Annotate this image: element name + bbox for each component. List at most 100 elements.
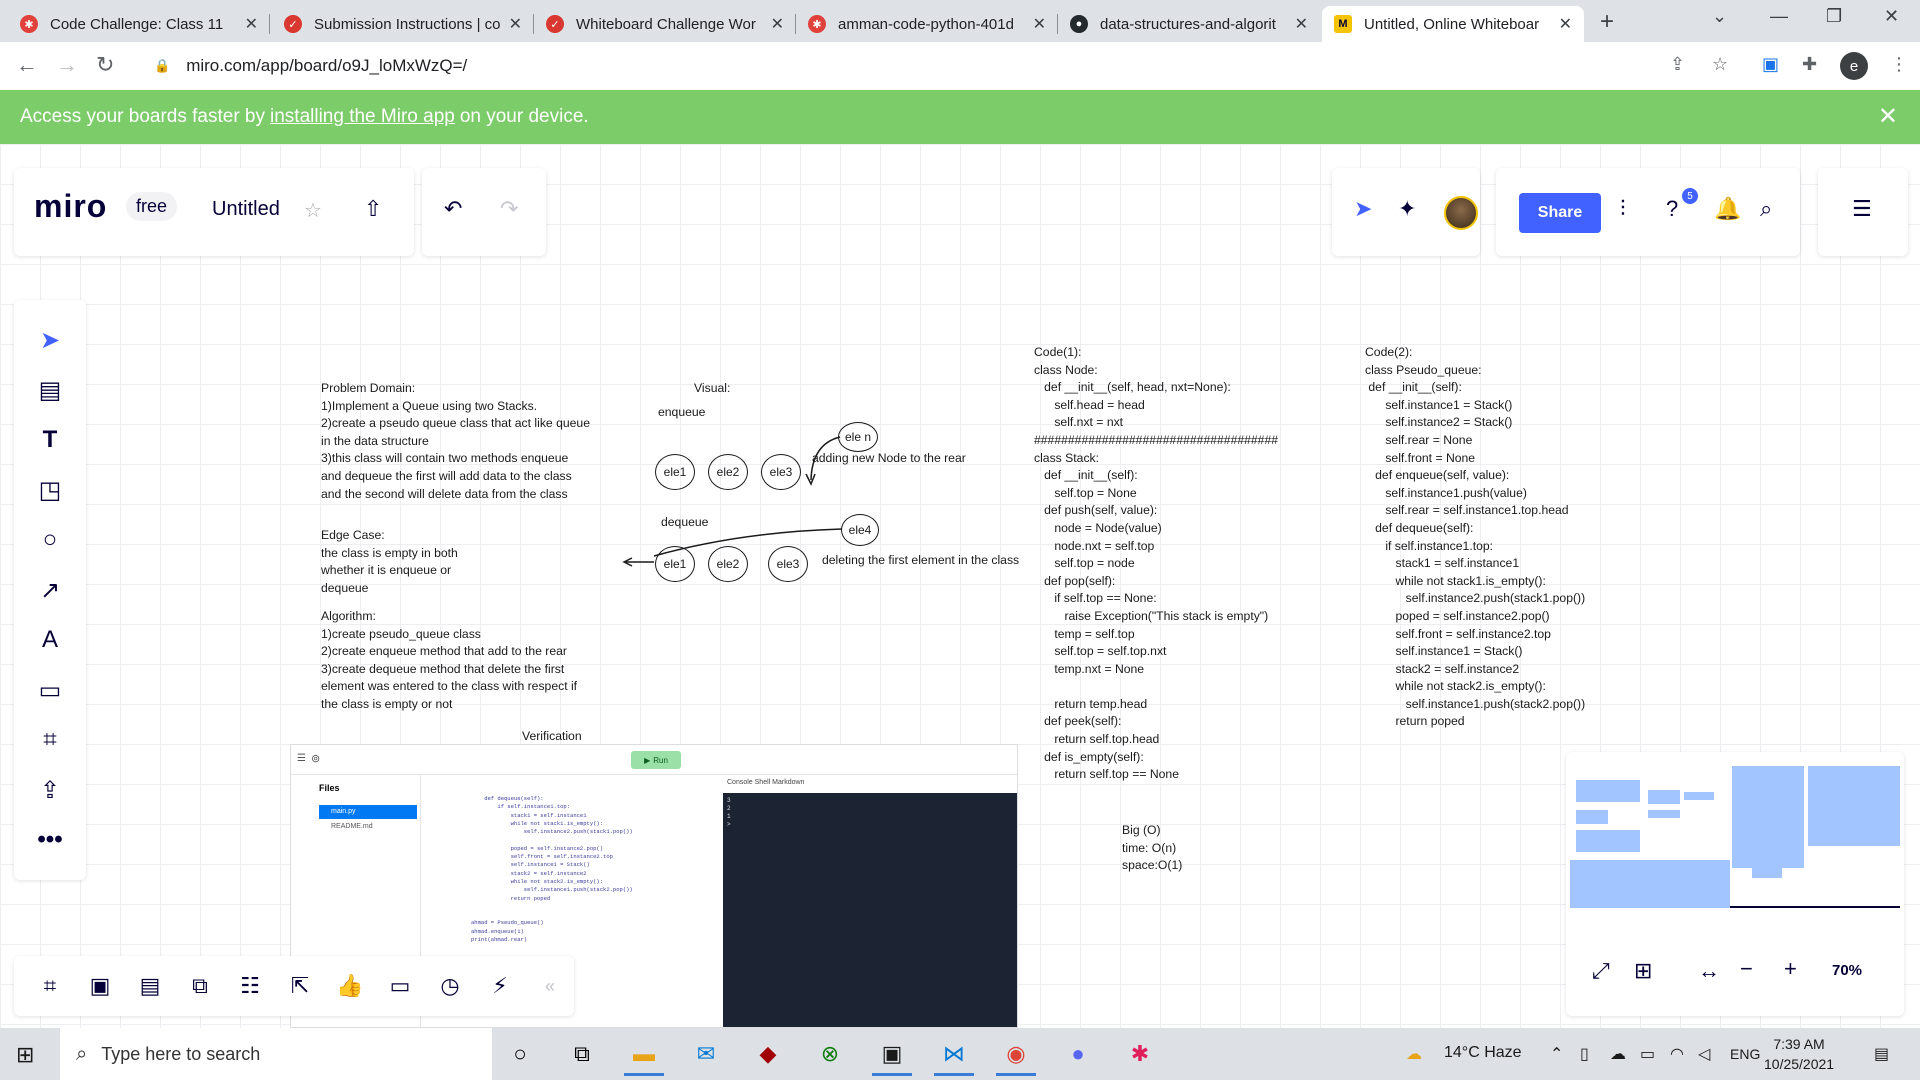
tab-close-icon[interactable]: ✕ xyxy=(509,14,522,34)
back-icon[interactable]: ← xyxy=(16,52,38,78)
tab-title: Code Challenge: Class 11 xyxy=(50,15,224,33)
zoom-in-icon[interactable]: + xyxy=(1784,956,1797,982)
weather-text[interactable]: 14°C Haze xyxy=(1444,1044,1522,1062)
share-screen-icon[interactable]: ⇱ xyxy=(280,966,320,1006)
discord-icon[interactable]: ● xyxy=(1058,1036,1098,1072)
collapse-toolbar-icon[interactable]: « xyxy=(530,966,570,1006)
banner-prefix: Access your boards faster by xyxy=(20,106,265,127)
kanban-icon[interactable]: ☷ xyxy=(230,966,270,1006)
replit-run-button: ▶ Run xyxy=(631,751,681,769)
replit-run-label: Run xyxy=(653,755,668,765)
reload-icon[interactable]: ↻ xyxy=(96,52,114,78)
tab-close-icon[interactable]: ✕ xyxy=(1559,14,1572,34)
clock-date: 10/25/2021 xyxy=(1764,1056,1835,1072)
wifi-icon[interactable]: ◠ xyxy=(1670,1044,1684,1064)
language-indicator[interactable]: ENG xyxy=(1730,1046,1760,1062)
tab-close-icon[interactable]: ✕ xyxy=(771,14,784,34)
code1-text[interactable]: Code(1): class Node: def __init__(self, … xyxy=(1034,344,1278,784)
tab-close-icon[interactable]: ✕ xyxy=(1295,14,1308,34)
fullscreen-icon[interactable]: ⤢ xyxy=(1592,958,1610,984)
tab-whiteboard-challenge[interactable]: ✓ Whiteboard Challenge Wor ✕ xyxy=(534,6,796,42)
timer-icon[interactable]: ◷ xyxy=(430,966,470,1006)
replit-header: ☰ ⊚ ▶ Run xyxy=(291,745,1017,775)
terminal-icon[interactable]: ▣ xyxy=(872,1036,912,1076)
bookmark-star-icon[interactable]: ☆ xyxy=(1712,54,1728,75)
clock-time: 7:39 AM xyxy=(1773,1036,1825,1052)
taskbar-clock[interactable]: 7:39 AM 10/25/2021 xyxy=(1764,1034,1834,1074)
minimize-icon[interactable]: — xyxy=(1770,6,1788,27)
tab-amman-code-python[interactable]: ✱ amman-code-python-401d ✕ xyxy=(796,6,1058,42)
volume-icon[interactable]: ◁ xyxy=(1698,1044,1710,1064)
minimap-block xyxy=(1576,810,1608,824)
profile-avatar[interactable]: e xyxy=(1840,52,1868,80)
chrome-menu-icon[interactable]: ⋮ xyxy=(1890,54,1908,75)
notification-center-icon[interactable]: ▤ xyxy=(1874,1044,1889,1064)
close-window-icon[interactable]: ✕ xyxy=(1884,6,1899,27)
tab-title: Whiteboard Challenge Wor xyxy=(576,15,756,33)
battery-icon[interactable]: ▭ xyxy=(1640,1044,1655,1064)
browser-toolbar: ← → ↻ 🔒 miro.com/app/board/o9J_loMxWzQ=/… xyxy=(0,42,1920,90)
lock-icon: 🔒 xyxy=(154,58,171,73)
mail-icon[interactable]: ✉ xyxy=(686,1036,726,1072)
frames-icon[interactable]: ⌗ xyxy=(30,966,70,1006)
tab-favicon-icon: ✱ xyxy=(20,15,38,33)
zoom-level[interactable]: 70% xyxy=(1832,962,1862,979)
maximize-icon[interactable]: ❐ xyxy=(1826,6,1842,27)
minimap-block xyxy=(1648,810,1680,818)
url-text: miro.com/app/board/o9J_loMxWzQ=/ xyxy=(186,56,468,75)
miro-favicon-icon: M xyxy=(1334,15,1352,33)
install-app-link[interactable]: installing the Miro app xyxy=(270,106,455,128)
minimap-view[interactable] xyxy=(1570,758,1900,908)
file-explorer-icon[interactable]: ▬ xyxy=(624,1036,664,1076)
replit-console-tabs: Console Shell Markdown xyxy=(727,779,805,786)
minimap-block xyxy=(1684,792,1714,800)
device-icon[interactable]: ▯ xyxy=(1580,1044,1589,1064)
slack-icon[interactable]: ✱ xyxy=(1120,1036,1160,1072)
power-ups-icon[interactable]: ⚡ xyxy=(480,966,520,1006)
video-call-icon[interactable]: ▭ xyxy=(380,966,420,1006)
onedrive-icon[interactable]: ☁ xyxy=(1610,1044,1626,1064)
cards-icon[interactable]: ⧉ xyxy=(180,966,220,1006)
tab-submission-instructions[interactable]: ✓ Submission Instructions | co ✕ xyxy=(272,6,534,42)
tab-close-icon[interactable]: ✕ xyxy=(1033,14,1046,34)
forward-icon[interactable]: → xyxy=(56,52,78,78)
voting-icon[interactable]: 👍 xyxy=(330,966,370,1006)
cortana-icon[interactable]: ○ xyxy=(500,1036,540,1072)
game-app-icon[interactable]: ◆ xyxy=(748,1036,788,1072)
extensions-puzzle-icon[interactable]: ✚ xyxy=(1802,54,1817,75)
minimap-block xyxy=(1576,830,1640,852)
address-bar[interactable]: 🔒 miro.com/app/board/o9J_loMxWzQ=/ xyxy=(140,48,1700,84)
minimap-block xyxy=(1576,780,1640,802)
tab-favicon-icon: ✓ xyxy=(546,15,564,33)
tab-title: Submission Instructions | co xyxy=(314,15,501,33)
zoom-out-icon[interactable]: − xyxy=(1740,956,1753,982)
replit-logo-icon: ⊚ xyxy=(311,753,321,765)
new-tab-icon[interactable]: + xyxy=(1600,8,1614,36)
map-icon[interactable]: ⊞ xyxy=(1634,958,1652,984)
task-view-icon[interactable]: ⧉ xyxy=(562,1036,602,1072)
vscode-icon[interactable]: ⋈ xyxy=(934,1036,974,1076)
tab-favicon-icon: ✓ xyxy=(284,15,302,33)
windows-start-icon[interactable]: ⊞ xyxy=(16,1042,34,1068)
show-hidden-icons-icon[interactable]: ⌃ xyxy=(1550,1044,1563,1064)
taskbar-search-placeholder: Type here to search xyxy=(101,1043,261,1064)
fit-to-screen-icon[interactable]: ↔ xyxy=(1698,958,1720,984)
whiteboard-canvas[interactable]: miro free Untitled ☆ ⇧ ↶ ↷ ➤ ✦ Share ⫶ ?… xyxy=(0,144,1920,1028)
chrome-icon[interactable]: ◉ xyxy=(996,1036,1036,1076)
tab-code-challenge[interactable]: ✱ Code Challenge: Class 11 ✕ xyxy=(8,6,270,42)
extension-icon[interactable]: ▣ xyxy=(1762,54,1779,75)
tab-miro-whiteboard[interactable]: M Untitled, Online Whiteboar ✕ xyxy=(1322,6,1584,42)
weather-icon[interactable]: ☁ xyxy=(1406,1044,1422,1064)
tab-data-structures[interactable]: ● data-structures-and-algorit ✕ xyxy=(1058,6,1320,42)
close-banner-icon[interactable]: ✕ xyxy=(1878,102,1898,131)
taskbar-search-box[interactable]: ⌕ Type here to search xyxy=(60,1028,492,1080)
big-o-text[interactable]: Big (O) time: O(n) space:O(1) xyxy=(1122,822,1182,875)
code2-text[interactable]: Code(2): class Pseudo_queue: def __init_… xyxy=(1365,344,1585,731)
tab-title: data-structures-and-algorit xyxy=(1100,15,1276,33)
tab-search-icon[interactable]: ⌄ xyxy=(1712,6,1727,27)
presentation-icon[interactable]: ▣ xyxy=(80,966,120,1006)
xbox-icon[interactable]: ⊗ xyxy=(810,1036,850,1072)
comments-icon[interactable]: ▤ xyxy=(130,966,170,1006)
share-page-icon[interactable]: ⇪ xyxy=(1670,54,1685,75)
tab-close-icon[interactable]: ✕ xyxy=(245,14,258,34)
